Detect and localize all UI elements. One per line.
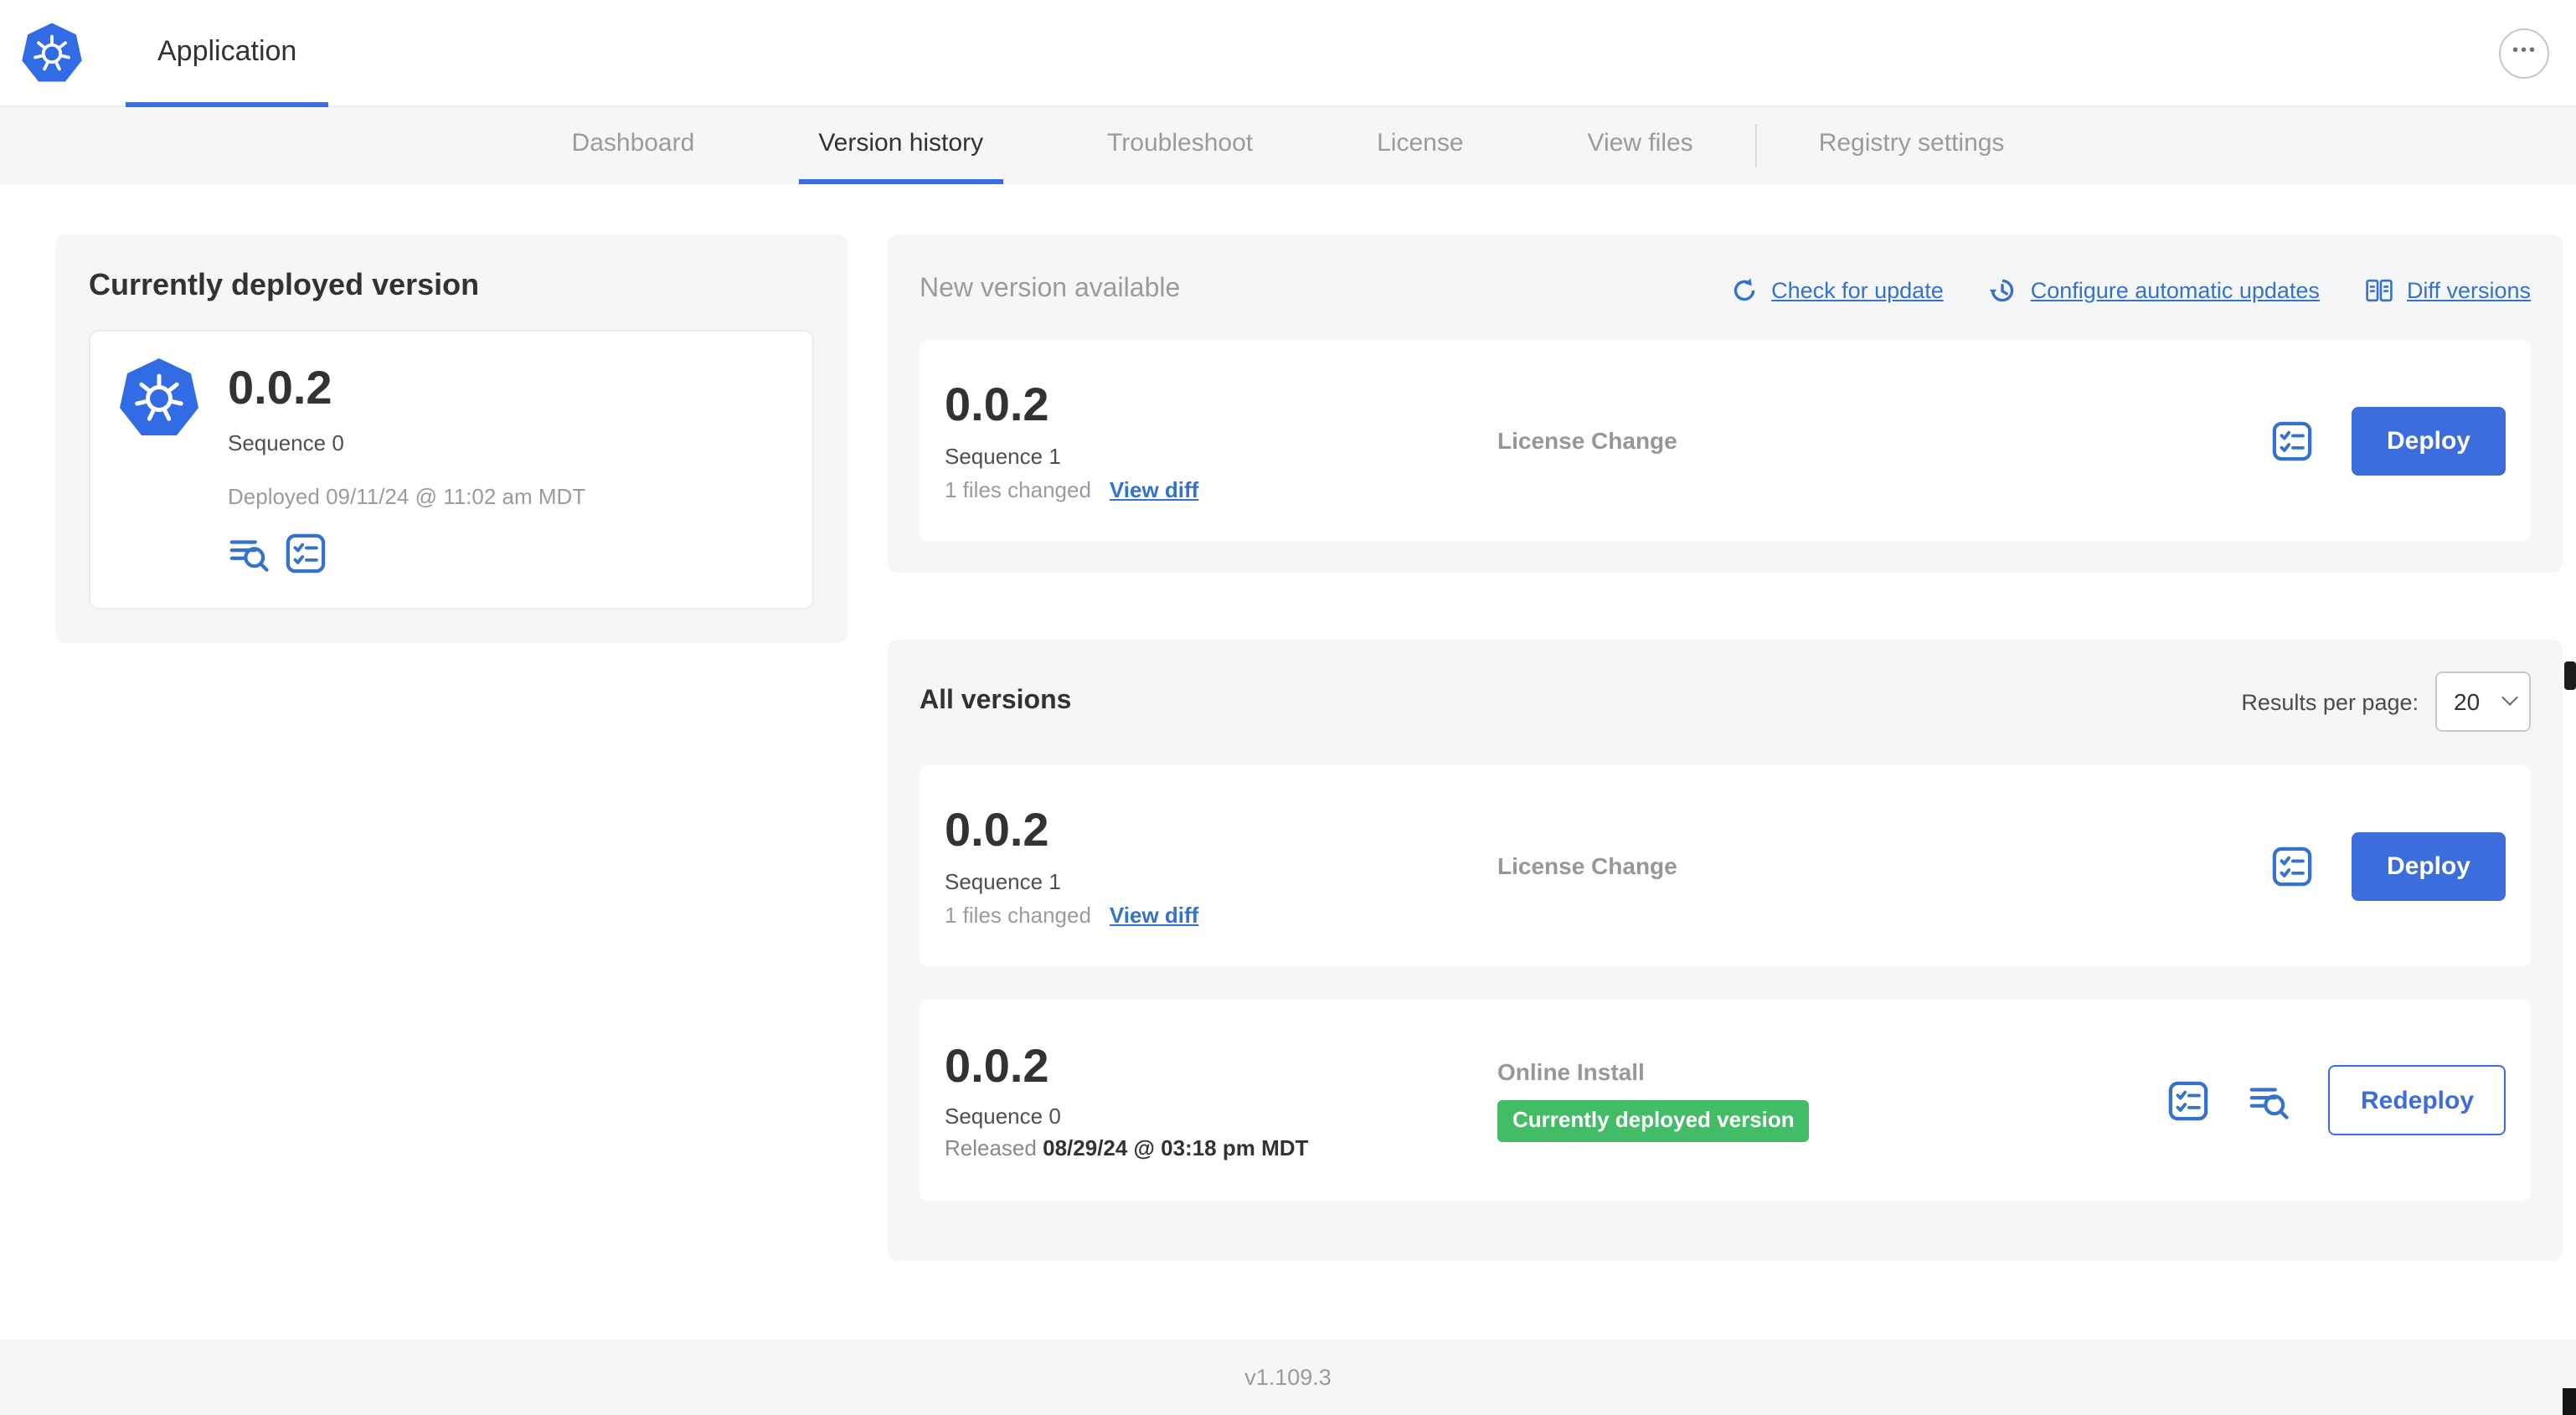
schedule-update-icon (1989, 275, 2017, 304)
ellipsis-icon: ••• (2512, 42, 2537, 60)
version-number: 0.0.2 (945, 1039, 1049, 1092)
tab-registry-settings[interactable]: Registry settings (1799, 107, 2025, 184)
app-nav-tabs: Dashboard Version history Troubleshoot L… (0, 107, 2576, 184)
release-notes-icon[interactable] (228, 532, 270, 574)
results-per-page-label: Results per page: (2241, 689, 2419, 714)
files-changed-label: 1 files changed (945, 476, 1091, 502)
new-version-row: 0.0.2 Sequence 1 1 files changed View di… (920, 340, 2531, 541)
results-per-page-select[interactable]: 20 (2435, 671, 2531, 732)
released-timestamp: Released 08/29/24 @ 03:18 pm MDT (945, 1135, 1309, 1161)
version-source: License Change (1497, 427, 1677, 454)
nav-divider (1754, 124, 1757, 167)
right-column: New version available Check for update C… (888, 234, 2563, 1261)
diff-versions-link[interactable]: Diff versions (2365, 275, 2531, 304)
view-config-icon[interactable] (2168, 1079, 2210, 1121)
deploy-button[interactable]: Deploy (2351, 406, 2506, 475)
deployed-version-number: 0.0.2 (228, 362, 332, 414)
version-source-column: Online Install Currently deployed versio… (1497, 1059, 2168, 1142)
currently-deployed-title: Currently deployed version (89, 268, 480, 301)
new-version-panel: New version available Check for update C… (888, 234, 2563, 573)
all-versions-title: All versions (920, 687, 1072, 715)
tab-version-history[interactable]: Version history (798, 107, 1004, 184)
view-config-icon[interactable] (2271, 845, 2313, 887)
console-version: v1.109.3 (1244, 1365, 1332, 1390)
kots-admin-console: Application ••• Dashboard Version histor… (0, 0, 2576, 1415)
diff-icon (2365, 275, 2393, 304)
view-diff-link[interactable]: View diff (1110, 476, 1198, 502)
main-content: Currently deployed version 0.0.2 Sequenc… (0, 184, 2576, 1340)
version-row-sequence-0: 0.0.2 Sequence 0 Released 08/29/24 @ 03:… (920, 1000, 2531, 1201)
deployed-sequence: Sequence 0 (228, 430, 344, 455)
version-sequence: Sequence 1 (945, 443, 1061, 469)
scrollbar-corner (2563, 1388, 2576, 1415)
currently-deployed-panel: Currently deployed version 0.0.2 Sequenc… (55, 234, 848, 643)
version-source: License Change (1497, 852, 1677, 879)
version-number: 0.0.2 (945, 804, 1049, 857)
release-notes-icon[interactable] (2249, 1079, 2290, 1121)
version-row-sequence-1: 0.0.2 Sequence 1 1 files changed View di… (920, 765, 2531, 966)
app-tab[interactable]: Application (126, 0, 329, 107)
view-config-icon[interactable] (2271, 419, 2313, 461)
version-sequence: Sequence 1 (945, 868, 1061, 894)
check-for-update-link[interactable]: Check for update (1729, 275, 1944, 304)
new-version-title: New version available (920, 275, 1181, 303)
app-title: Application (157, 34, 297, 66)
kubernetes-logo-icon (117, 357, 201, 440)
files-changed-label: 1 files changed (945, 902, 1091, 928)
version-number: 0.0.2 (945, 378, 1049, 431)
tab-license[interactable]: License (1357, 107, 1483, 184)
refresh-icon (1729, 275, 1758, 304)
kubernetes-logo-icon (20, 22, 84, 85)
scrollbar-thumb[interactable] (2564, 661, 2576, 690)
redeploy-button[interactable]: Redeploy (2328, 1065, 2506, 1135)
configure-automatic-updates-link[interactable]: Configure automatic updates (1989, 275, 2320, 304)
version-sequence: Sequence 0 (945, 1104, 1061, 1129)
view-diff-link[interactable]: View diff (1110, 902, 1198, 927)
view-config-icon[interactable] (285, 532, 327, 574)
deployed-timestamp: Deployed 09/11/24 @ 11:02 am MDT (228, 483, 586, 509)
deploy-button[interactable]: Deploy (2351, 831, 2506, 900)
footer: v1.109.3 (0, 1340, 2576, 1415)
currently-deployed-badge: Currently deployed version (1497, 1100, 1810, 1142)
more-options-button[interactable]: ••• (2499, 28, 2549, 79)
tab-dashboard[interactable]: Dashboard (552, 107, 715, 184)
tab-view-files[interactable]: View files (1568, 107, 1713, 184)
version-source: Online Install (1497, 1058, 1645, 1086)
deployed-version-card: 0.0.2 Sequence 0 Deployed 09/11/24 @ 11:… (89, 330, 814, 610)
top-header: Application ••• (0, 0, 2576, 107)
all-versions-panel: All versions Results per page: 20 0.0.2 … (888, 640, 2563, 1261)
tab-troubleshoot[interactable]: Troubleshoot (1087, 107, 1273, 184)
